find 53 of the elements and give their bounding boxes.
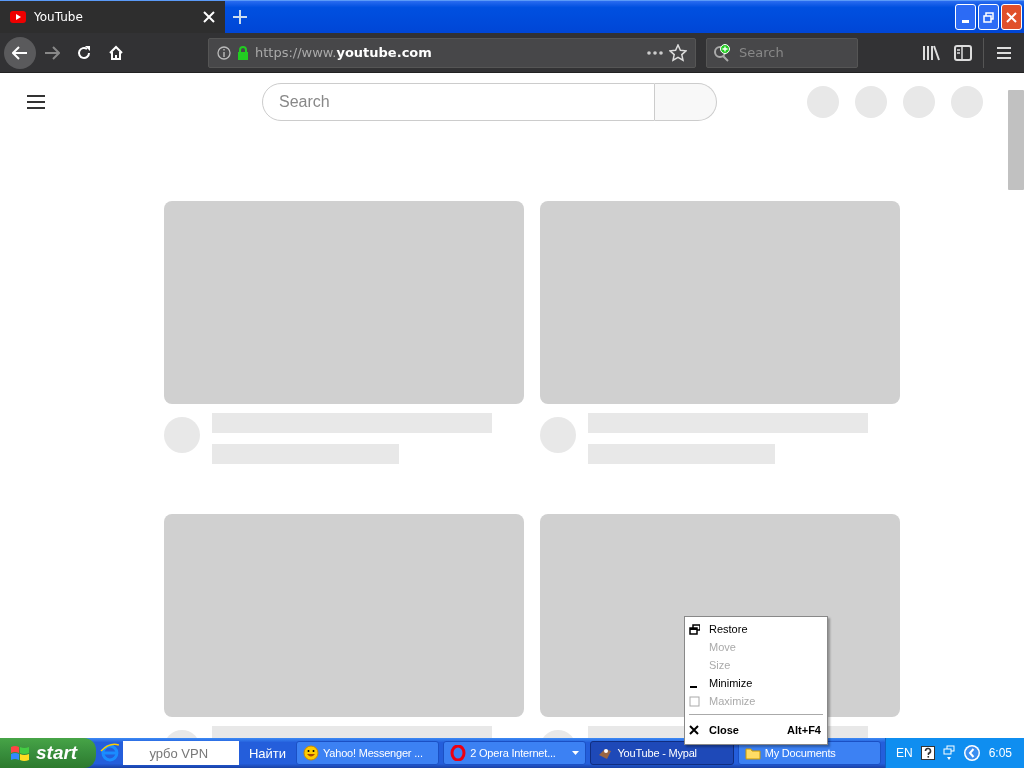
dropdown-arrow-icon	[572, 751, 580, 755]
new-tab-icon[interactable]	[232, 9, 248, 25]
menu-icon	[996, 45, 1012, 60]
close-button[interactable]	[1001, 4, 1022, 30]
reload-icon	[76, 44, 92, 61]
home-icon	[108, 44, 124, 61]
back-button[interactable]	[4, 36, 36, 69]
forward-arrow-icon	[44, 45, 60, 60]
start-button[interactable]: start	[0, 738, 96, 768]
close-icon[interactable]	[203, 11, 215, 23]
menu-button[interactable]	[26, 94, 46, 110]
language-indicator[interactable]: EN	[895, 746, 913, 760]
menu-item[interactable]: Restore	[687, 620, 825, 638]
help-icon[interactable]	[920, 746, 935, 760]
clock: 6:05	[988, 746, 1012, 760]
restore-icon	[689, 623, 700, 635]
menu-item: Size	[687, 656, 825, 674]
menu-item: Move	[687, 638, 825, 656]
windows-logo-icon	[10, 744, 30, 762]
browser-tab[interactable]: YouTube	[0, 1, 225, 33]
menu-icon	[26, 94, 46, 110]
menu-item: Maximize	[687, 692, 825, 710]
taskbar-button[interactable]: 2 Opera Internet...	[443, 741, 587, 765]
browser-icon	[450, 745, 467, 761]
scrollbar-thumb[interactable]	[1008, 90, 1024, 190]
maximize-icon	[689, 695, 700, 707]
video-logo-icon	[10, 11, 26, 23]
restore-icon	[983, 11, 994, 23]
search-field[interactable]: Search	[706, 37, 858, 68]
close-icon	[689, 724, 700, 736]
taskbar-button[interactable]: YouTube - Mypal	[590, 741, 734, 765]
search-button[interactable]: Найти	[242, 741, 292, 765]
minimize-icon	[962, 20, 969, 23]
menu-item[interactable]: Minimize	[687, 674, 825, 692]
minimize-icon	[690, 685, 697, 688]
smiley-icon	[303, 745, 319, 761]
padlock-icon	[237, 45, 249, 60]
address-field[interactable]: урбо VPN	[123, 741, 239, 765]
restore-button[interactable]	[978, 4, 999, 30]
browser-icon[interactable]	[99, 743, 120, 763]
back-arrow-icon	[12, 45, 28, 60]
close-icon	[1006, 11, 1017, 23]
library-icon	[922, 44, 940, 61]
menu-item[interactable]: Close Alt+F4	[687, 719, 825, 741]
address-bar[interactable]: https://www.youtube.com	[208, 37, 696, 68]
minimize-button[interactable]	[955, 4, 976, 30]
sidebar-icon	[954, 44, 972, 61]
expand-arrow-icon[interactable]	[962, 744, 981, 762]
info-icon[interactable]	[217, 45, 231, 60]
more-icon[interactable]	[647, 50, 663, 55]
network-icon[interactable]	[942, 745, 955, 761]
star-icon[interactable]	[669, 43, 687, 62]
taskbar-button[interactable]: Yahoo! Messenger ...	[296, 741, 440, 765]
